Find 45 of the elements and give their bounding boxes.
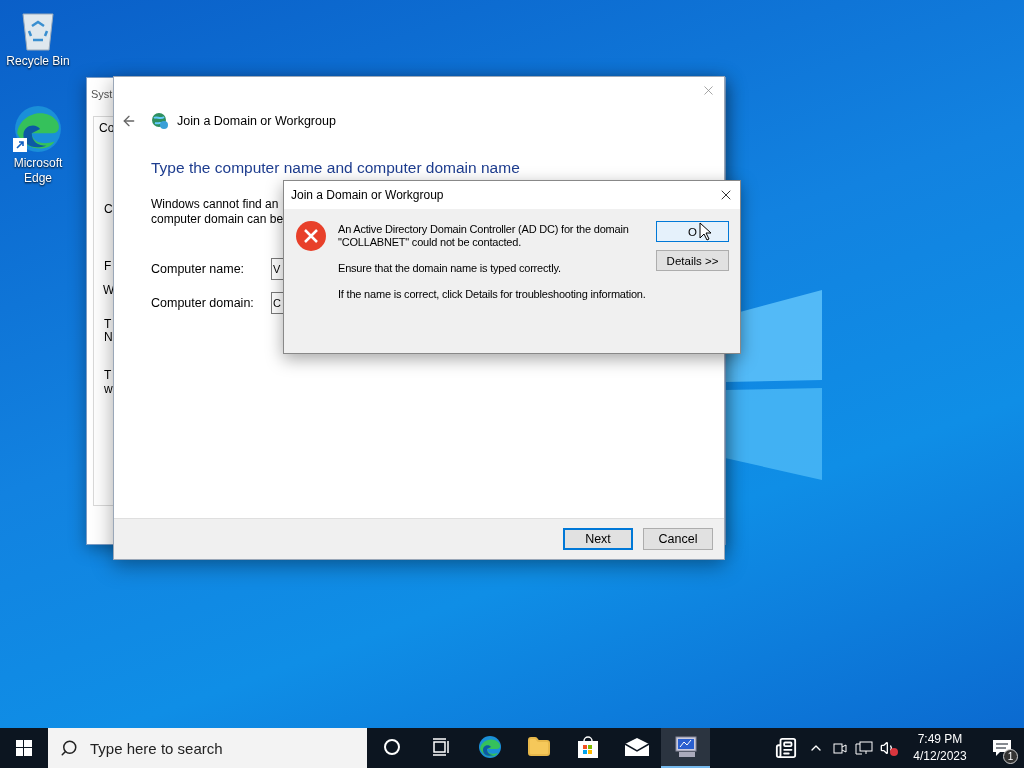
task-view-icon[interactable] (431, 738, 450, 756)
news-icon[interactable] (775, 737, 797, 759)
text-fragment: w (104, 382, 113, 396)
wizard-heading: Type the computer name and computer domain name (151, 159, 521, 177)
window-title: Syst (91, 88, 113, 100)
network-monitor-icon[interactable] (855, 740, 873, 756)
dialog-text: Ensure that the domain name is typed correctly. (338, 262, 562, 275)
camera-icon[interactable] (832, 740, 848, 756)
mouse-cursor-icon (699, 222, 711, 241)
wizard-description: Windows cannot find an computer domain can be (151, 197, 284, 227)
shortcut-arrow-icon (13, 138, 27, 152)
wizard-button[interactable]: Next (563, 528, 633, 550)
error-icon (296, 221, 326, 251)
folder-icon[interactable] (526, 735, 551, 759)
windows-logo-icon (16, 740, 32, 756)
text-fragment: C (104, 202, 113, 216)
text-fragment: F (104, 259, 112, 273)
text-fragment: N (104, 330, 113, 344)
store-bag-icon[interactable] (576, 735, 599, 759)
field-label: Computer domain: (151, 296, 255, 310)
error-message: An Active Directory Domain Controller (AD DC) for the domain "COLLABNET" could not be contacted. (338, 223, 630, 249)
field-label: Computer name: (151, 262, 246, 276)
desktop-icon-label[interactable]: Microsoft Edge (4, 156, 72, 186)
dialog-button[interactable]: O (656, 221, 729, 242)
edge-icon[interactable] (13, 104, 63, 154)
notification-button[interactable]: 1 (980, 728, 1024, 768)
clock[interactable]: 7:49 PM 4/12/2023 (900, 731, 980, 765)
wizard-title: Join a Domain or Workgroup (177, 114, 336, 128)
dialog-text: If the name is correct, click Details for troubleshooting information. (338, 288, 647, 301)
text-fragment: T (104, 317, 112, 331)
edge-icon[interactable] (477, 735, 502, 759)
wizard-button[interactable]: Cancel (643, 528, 713, 550)
search-field[interactable]: Type here to search (48, 728, 367, 768)
globe-icon (151, 112, 169, 130)
desktop-icon-label[interactable]: Recycle Bin (6, 54, 70, 69)
search-icon (60, 739, 78, 757)
notification-count: 1 (1003, 749, 1018, 764)
dialog-title: Join a Domain or Workgroup (291, 188, 444, 202)
muted-speaker-icon[interactable] (880, 740, 896, 756)
circle-icon[interactable] (382, 738, 401, 756)
dialog-button[interactable]: Details >> (656, 250, 729, 271)
computer-icon[interactable] (672, 735, 699, 759)
taskbar-app[interactable] (661, 728, 710, 768)
envelope-icon[interactable] (623, 737, 650, 757)
text-fragment: T (104, 368, 112, 382)
